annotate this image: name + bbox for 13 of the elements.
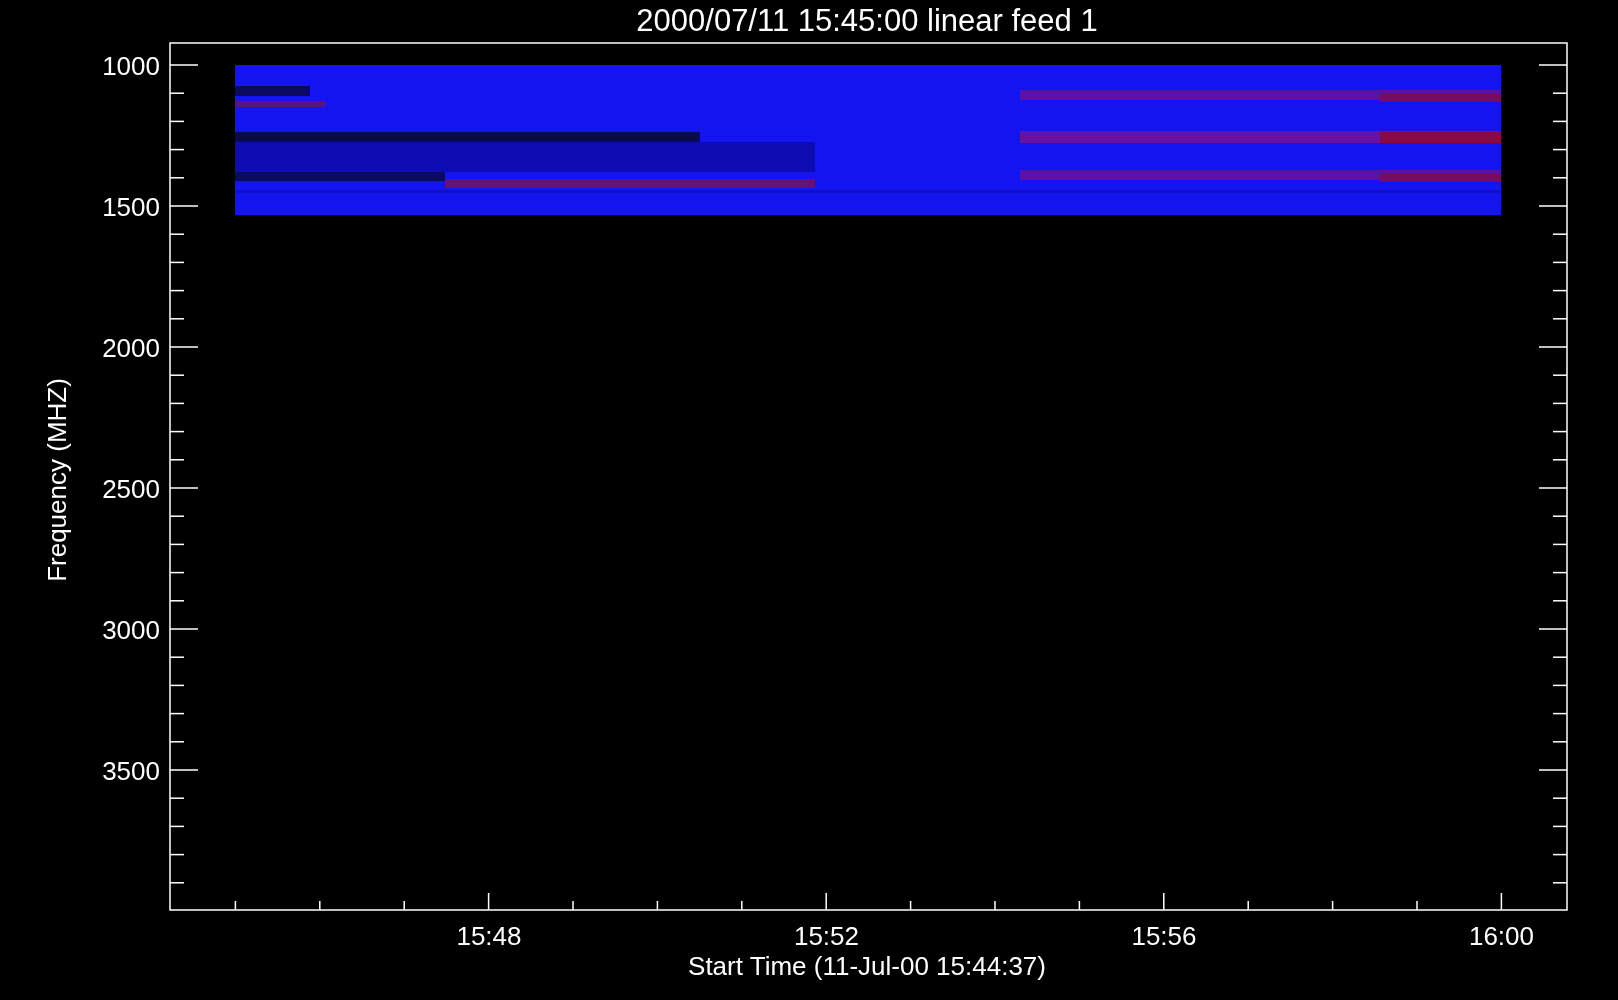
tick-label: 15:52 <box>793 921 860 951</box>
axis-label: Frequency (MHZ) <box>42 378 72 582</box>
plot-title: 2000/07/11 15:45:00 linear feed 1 <box>636 3 1098 38</box>
tick-label: 3500 <box>102 756 160 786</box>
axis-label: Start Time (11-Jul-00 15:44:37) <box>688 951 1046 981</box>
tick-label: 2000 <box>102 333 160 363</box>
tick-label: 1000 <box>102 51 160 81</box>
tick-label: 16:00 <box>1468 921 1535 951</box>
tick-label: 15:56 <box>1131 921 1197 951</box>
tick-label: 1500 <box>102 192 160 222</box>
tick-label: 2500 <box>102 474 160 504</box>
tick-label: 15:48 <box>456 921 522 951</box>
tick-label: 3000 <box>102 615 160 645</box>
